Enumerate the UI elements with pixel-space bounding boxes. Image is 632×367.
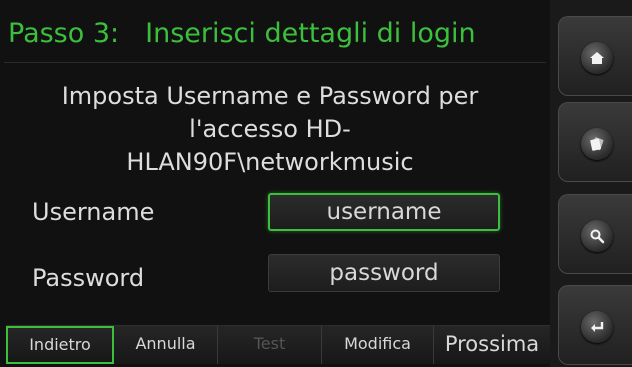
enter-button[interactable] [558,285,632,365]
library-button[interactable] [558,102,632,182]
back-button[interactable]: Indietro [6,326,114,364]
instructions-text: Imposta Username e Password per l'access… [20,80,520,179]
bottom-toolbar: Indietro Annulla Test Modifica Prossima [6,325,550,364]
instructions-line: l'accesso HD- [189,115,351,143]
username-field[interactable]: username [268,193,500,231]
test-button[interactable]: Test [218,326,322,364]
edit-button[interactable]: Modifica [322,326,434,364]
search-button[interactable] [558,194,632,274]
cancel-button[interactable]: Annulla [114,326,218,364]
side-panel [550,0,632,367]
instructions-line: Imposta Username e Password per [61,82,479,110]
step-header: Passo 3: Inserisci dettagli di login [8,14,542,54]
page-title: Inserisci dettagli di login [145,18,476,49]
home-icon [581,42,613,74]
setup-screen: Passo 3: Inserisci dettagli di login Impo… [0,0,550,367]
password-field[interactable]: password [268,254,500,292]
magnifier-icon [581,220,613,252]
header-divider [4,62,546,63]
home-button[interactable] [558,16,632,96]
step-number: Passo 3: [8,18,120,49]
instructions-line: HLAN90F\networkmusic [126,148,414,176]
username-label: Username [32,198,155,226]
return-arrow-icon [581,311,613,343]
cards-icon [581,128,613,160]
password-label: Password [32,264,145,292]
next-button[interactable]: Prossima [434,326,550,364]
